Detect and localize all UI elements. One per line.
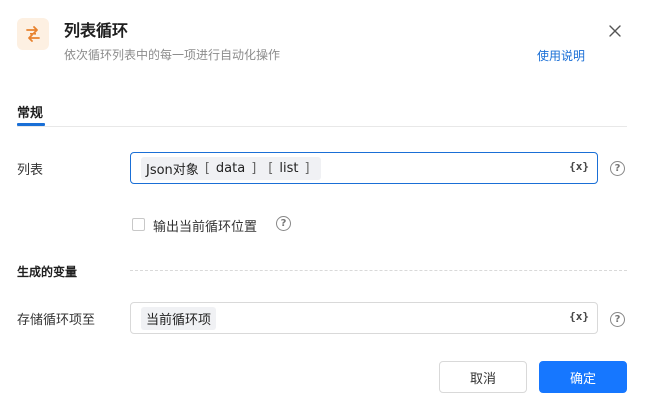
store-item-input[interactable]: 当前循环项 {x} bbox=[130, 302, 598, 334]
bracket-open-icon: [ bbox=[204, 160, 210, 176]
generated-variables-title: 生成的变量 bbox=[17, 265, 78, 279]
bracket-open-icon: [ bbox=[268, 160, 274, 176]
help-icon[interactable]: ? bbox=[276, 216, 291, 231]
dialog-subtitle: 依次循环列表中的每一项进行自动化操作 bbox=[64, 48, 281, 62]
json-token-key-list: list bbox=[279, 160, 299, 176]
json-token-prefix: Json对象 bbox=[146, 162, 199, 178]
json-token-key-data: data bbox=[215, 160, 246, 176]
variable-insert-icon[interactable]: {x} bbox=[569, 160, 589, 173]
help-icon[interactable]: ? bbox=[610, 312, 625, 327]
list-input[interactable]: Json对象 [ data ] [ list ] {x} bbox=[130, 152, 598, 184]
list-loop-dialog: 列表循环 依次循环列表中的每一项进行自动化操作 使用说明 常规 列表 Json对… bbox=[0, 0, 645, 414]
confirm-button[interactable]: 确定 bbox=[539, 361, 627, 393]
list-loop-icon bbox=[17, 18, 49, 50]
help-icon[interactable]: ? bbox=[610, 161, 625, 176]
dialog-title: 列表循环 bbox=[64, 21, 129, 40]
variable-insert-icon[interactable]: {x} bbox=[569, 310, 589, 323]
current-item-token: 当前循环项 bbox=[141, 306, 217, 330]
output-position-label: 输出当前循环位置 bbox=[153, 220, 258, 235]
close-icon bbox=[609, 25, 621, 37]
json-token: Json对象 [ data ] [ list ] bbox=[141, 156, 321, 180]
list-field-label: 列表 bbox=[17, 163, 44, 178]
close-button[interactable] bbox=[605, 21, 625, 41]
section-divider bbox=[130, 270, 627, 271]
tab-divider bbox=[17, 126, 627, 127]
help-doc-link[interactable]: 使用说明 bbox=[537, 47, 585, 64]
store-item-label: 存储循环项至 bbox=[17, 313, 96, 328]
output-position-checkbox[interactable] bbox=[132, 218, 145, 231]
bracket-close-icon: ] bbox=[251, 160, 257, 176]
bracket-close-icon: ] bbox=[304, 160, 310, 176]
cancel-button[interactable]: 取消 bbox=[439, 361, 527, 393]
tab-general[interactable]: 常规 bbox=[17, 102, 43, 121]
